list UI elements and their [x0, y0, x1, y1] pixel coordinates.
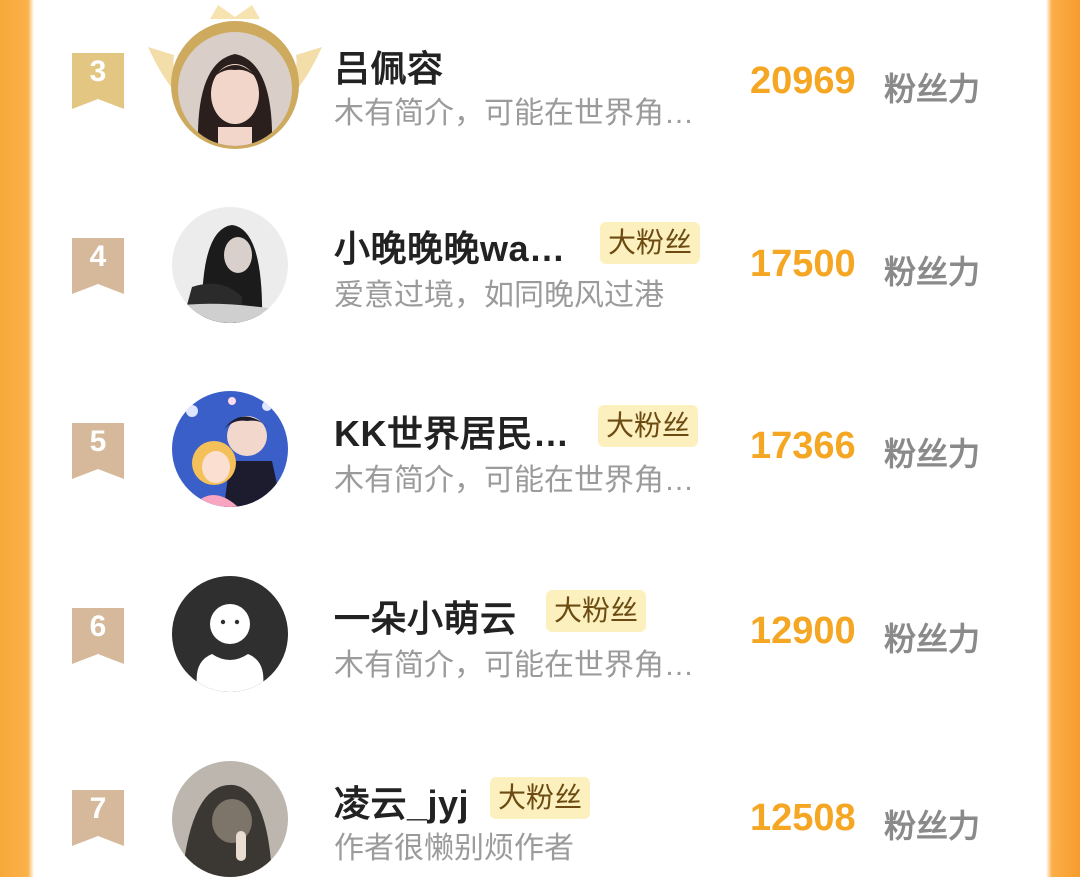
- rank-number: 3: [89, 55, 107, 88]
- avatar[interactable]: [172, 761, 288, 877]
- big-fan-badge: 大粉丝: [598, 405, 699, 447]
- fan-score: 12900: [750, 610, 856, 652]
- user-name[interactable]: 凌云_jyj: [334, 775, 469, 827]
- user-bio: 木有简介，可能在世界角…: [334, 464, 694, 497]
- list-item[interactable]: 5 KK世界居民… 大粉丝 木有简介，可能在世界角… 17366 粉丝力: [0, 375, 1080, 525]
- rank-badge: 4: [72, 238, 124, 294]
- rank-number: 6: [89, 610, 107, 643]
- fan-score: 12508: [750, 797, 856, 839]
- user-name[interactable]: KK世界居民…: [334, 405, 570, 457]
- user-name[interactable]: 一朵小萌云: [334, 590, 517, 642]
- user-bio: 爱意过境，如同晚风过港: [334, 279, 664, 312]
- user-name[interactable]: 吕佩容: [334, 40, 444, 92]
- rank-number: 5: [89, 425, 107, 458]
- list-item[interactable]: 3 吕佩容 木有简介，可能在世界角… 20969 粉丝力: [0, 5, 1080, 155]
- rank-number: 4: [89, 240, 107, 273]
- rank-badge: 6: [72, 608, 124, 664]
- avatar[interactable]: [172, 576, 288, 692]
- rank-badge: 5: [72, 423, 124, 479]
- fan-score-unit: 粉丝力: [884, 436, 981, 472]
- list-item[interactable]: 7 凌云_jyj 大粉丝 作者很懒别烦作者 12508 粉丝力: [0, 745, 1080, 877]
- big-fan-badge: 大粉丝: [600, 222, 701, 264]
- list-item[interactable]: 6 一朵小萌云 大粉丝 木有简介，可能在世界角… 12900 粉丝力: [0, 560, 1080, 710]
- fan-score: 20969: [750, 60, 856, 102]
- rank-badge: 7: [72, 790, 124, 846]
- fan-score-unit: 粉丝力: [884, 808, 981, 844]
- fan-score-unit: 粉丝力: [884, 71, 981, 107]
- rank-number: 7: [89, 792, 107, 825]
- avatar[interactable]: [172, 207, 288, 323]
- fan-score-unit: 粉丝力: [884, 621, 981, 657]
- user-bio: 木有简介，可能在世界角…: [334, 649, 694, 682]
- big-fan-badge: 大粉丝: [490, 777, 591, 819]
- list-item[interactable]: 4 小晚晚晚wa… 大粉丝 爱意过境，如同晚风过港 17500 粉丝力: [0, 190, 1080, 340]
- fan-score: 17500: [750, 243, 856, 285]
- fan-score-unit: 粉丝力: [884, 254, 981, 290]
- user-bio: 木有简介，可能在世界角…: [334, 97, 694, 130]
- avatar[interactable]: [172, 391, 288, 507]
- user-bio: 作者很懒别烦作者: [334, 832, 574, 865]
- fan-score: 17366: [750, 425, 856, 467]
- rank-badge: 3: [72, 53, 124, 109]
- user-name[interactable]: 小晚晚晚wa…: [334, 220, 566, 272]
- big-fan-badge: 大粉丝: [546, 590, 647, 632]
- avatar[interactable]: [178, 32, 292, 146]
